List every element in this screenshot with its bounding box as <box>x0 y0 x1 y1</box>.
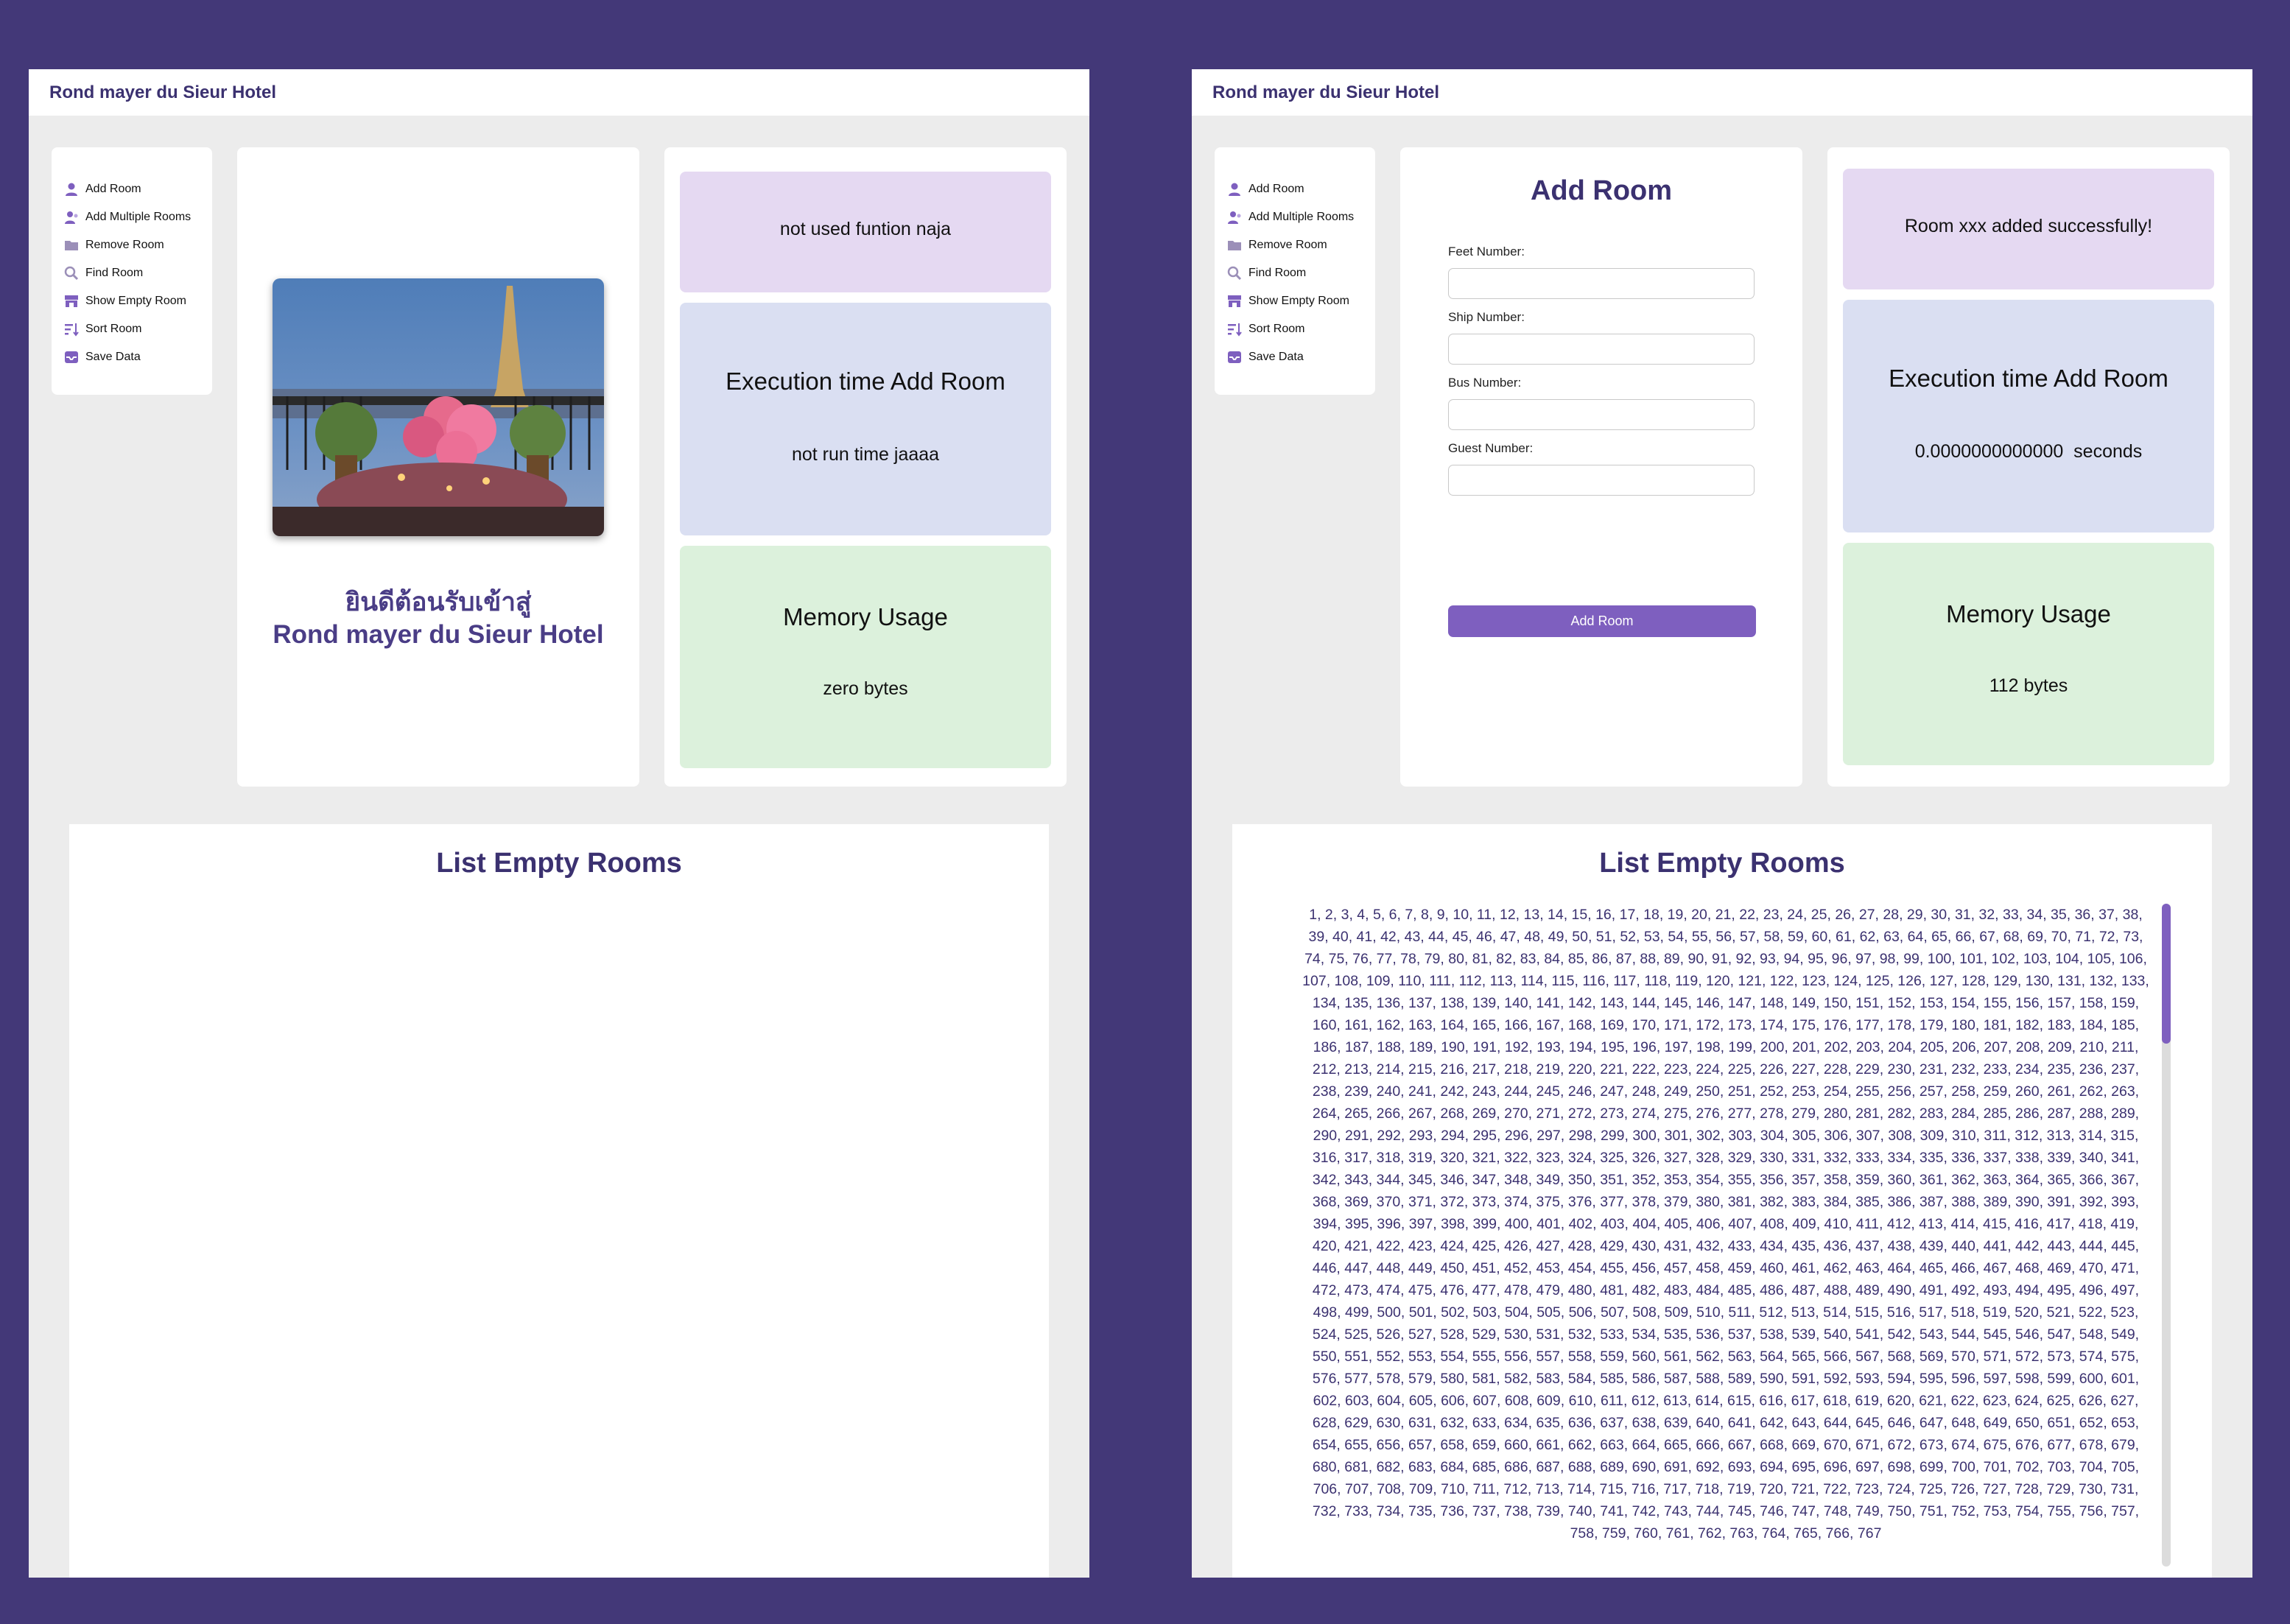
people-icon <box>63 209 80 225</box>
folder-icon <box>63 237 80 253</box>
stats-panel: not used funtion naja Execution time Add… <box>664 147 1067 787</box>
stats-panel: Room xxx added successfully! Execution t… <box>1827 147 2230 787</box>
store-icon <box>1226 293 1243 309</box>
guest-number-label: Guest Number: <box>1448 441 1534 455</box>
scrollbar-thumb[interactable] <box>2162 904 2171 1044</box>
empty-rooms-list: 1, 2, 3, 4, 5, 6, 7, 8, 9, 10, 11, 12, 1… <box>1302 907 2149 1542</box>
message-text: Room xxx added successfully! <box>1904 216 2153 236</box>
execution-value: not run time jaaaa <box>791 444 940 465</box>
sidebar-item-label: Save Data <box>1248 351 1304 363</box>
bus-number-field[interactable] <box>1448 399 1755 430</box>
add-room-form: Add Room Feet Number: Ship Number: Bus N… <box>1400 147 1802 787</box>
inbox-icon <box>1226 349 1243 365</box>
search-icon <box>1226 265 1243 281</box>
sidebar-menu: Add Room Add Multiple Rooms Remove Room … <box>52 147 212 395</box>
sidebar-item-label: Sort Room <box>1248 323 1305 335</box>
search-icon <box>63 265 80 281</box>
folder-icon <box>1226 237 1243 253</box>
sidebar-item-label: Find Room <box>85 267 144 279</box>
message-card: Room xxx added successfully! <box>1843 169 2214 289</box>
memory-title: Memory Usage <box>1946 600 2111 628</box>
sidebar-item-label: Save Data <box>85 351 141 363</box>
sidebar-item-add-multiple-rooms[interactable]: Add Multiple Rooms <box>1226 206 1354 228</box>
empty-rooms-title: List Empty Rooms <box>1599 848 1845 879</box>
sidebar-item-add-room[interactable]: Add Room <box>1226 178 1304 200</box>
sidebar-item-show-empty-room[interactable]: Show Empty Room <box>63 290 186 312</box>
welcome-line-1: ยินดีต้อนรับเข้าสู่ <box>345 588 532 616</box>
sidebar-item-label: Add Room <box>1248 183 1304 195</box>
sidebar-item-save-data[interactable]: Save Data <box>63 346 141 368</box>
message-text: not used funtion naja <box>779 219 952 239</box>
sidebar-item-add-room[interactable]: Add Room <box>63 178 141 200</box>
person-icon <box>1226 181 1243 197</box>
memory-usage-card: Memory Usage 112 bytes <box>1843 543 2214 765</box>
header: Rond mayer du Sieur Hotel <box>1192 69 2252 116</box>
add-room-screen: Rond mayer du Sieur Hotel Add Room Add M… <box>1192 69 2252 1578</box>
guest-number-field[interactable] <box>1448 465 1755 496</box>
sidebar-item-find-room[interactable]: Find Room <box>1226 262 1306 284</box>
sidebar-item-label: Add Room <box>85 183 141 195</box>
sidebar-item-label: Show Empty Room <box>1248 295 1349 307</box>
empty-rooms-panel: List Empty Rooms 1, 2, 3, 4, 5, 6, 7, 8,… <box>1232 824 2212 1578</box>
sidebar-item-remove-room[interactable]: Remove Room <box>63 234 164 256</box>
sidebar-item-sort-room[interactable]: Sort Room <box>63 318 141 340</box>
ship-number-label: Ship Number: <box>1448 310 1525 324</box>
sort-icon <box>1226 321 1243 337</box>
sidebar-item-sort-room[interactable]: Sort Room <box>1226 318 1304 340</box>
people-icon <box>1226 209 1243 225</box>
execution-time-card: Execution time Add Room 0.0000000000000 … <box>1843 300 2214 532</box>
sidebar-item-remove-room[interactable]: Remove Room <box>1226 234 1327 256</box>
inbox-icon <box>63 349 80 365</box>
scrollbar[interactable] <box>2162 904 2171 1567</box>
execution-title: Execution time Add Room <box>726 368 1005 395</box>
sidebar-item-show-empty-room[interactable]: Show Empty Room <box>1226 290 1349 312</box>
store-icon <box>63 293 80 309</box>
memory-usage-card: Memory Usage zero bytes <box>680 546 1051 768</box>
hotel-title: Rond mayer du Sieur Hotel <box>49 82 277 102</box>
add-room-button[interactable]: Add Room <box>1448 605 1756 637</box>
feet-number-label: Feet Number: <box>1448 245 1525 259</box>
sidebar-item-label: Sort Room <box>85 323 142 335</box>
welcome-screen: Rond mayer du Sieur Hotel Add Room Add M… <box>29 69 1089 1578</box>
ship-number-field[interactable] <box>1448 334 1755 365</box>
bus-number-label: Bus Number: <box>1448 376 1522 390</box>
empty-rooms-title: List Empty Rooms <box>436 848 682 879</box>
sidebar-item-label: Add Multiple Rooms <box>85 211 192 223</box>
header: Rond mayer du Sieur Hotel <box>29 69 1089 116</box>
memory-value: zero bytes <box>823 678 908 699</box>
sidebar-item-find-room[interactable]: Find Room <box>63 262 143 284</box>
form-title: Add Room <box>1530 175 1673 206</box>
sidebar-item-save-data[interactable]: Save Data <box>1226 346 1304 368</box>
empty-rooms-panel: List Empty Rooms <box>69 824 1049 1578</box>
person-icon <box>63 181 80 197</box>
welcome-line-2: Rond mayer du Sieur Hotel <box>273 620 604 649</box>
execution-title: Execution time Add Room <box>1889 365 2168 392</box>
sidebar-item-label: Show Empty Room <box>85 295 186 307</box>
hotel-photo <box>273 278 604 536</box>
hotel-title: Rond mayer du Sieur Hotel <box>1212 82 1440 102</box>
memory-value: 112 bytes <box>1989 675 2068 696</box>
sort-icon <box>63 321 80 337</box>
message-card: not used funtion naja <box>680 172 1051 292</box>
sidebar-menu: Add Room Add Multiple Rooms Remove Room … <box>1215 147 1375 395</box>
sidebar-item-label: Remove Room <box>85 239 164 251</box>
sidebar-item-add-multiple-rooms[interactable]: Add Multiple Rooms <box>63 206 191 228</box>
sidebar-item-label: Remove Room <box>1248 239 1327 251</box>
sidebar-item-label: Find Room <box>1248 267 1307 279</box>
memory-title: Memory Usage <box>783 603 948 630</box>
sidebar-item-label: Add Multiple Rooms <box>1248 211 1355 223</box>
feet-number-field[interactable] <box>1448 268 1755 299</box>
execution-time-card: Execution time Add Room not run time jaa… <box>680 303 1051 535</box>
welcome-panel: ยินดีต้อนรับเข้าสู่ Rond mayer du Sieur … <box>237 147 639 787</box>
execution-value: 0.0000000000000 seconds <box>1914 441 2143 462</box>
